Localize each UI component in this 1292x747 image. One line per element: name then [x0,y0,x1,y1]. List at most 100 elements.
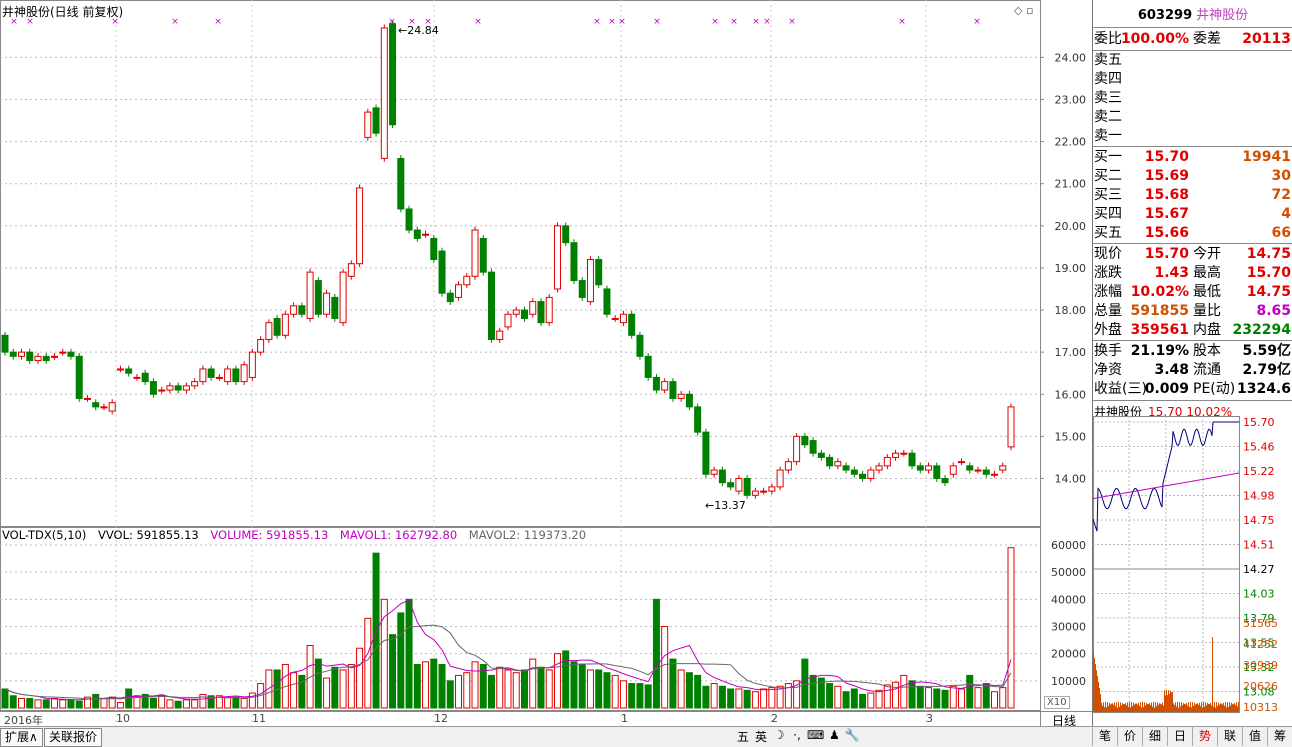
volume-bar-down [174,700,182,709]
mini-price-label: 14.03 [1243,588,1275,601]
candle-down [801,435,809,446]
buy-row[interactable]: 买五 15.66 66 [1093,224,1292,243]
volume-bar-up [991,691,999,709]
ime-toolbar[interactable]: 五 英 ☽ ·, ⌨ ♟ 🔧 [735,728,860,745]
candle-up [422,233,430,236]
kline-chart-area[interactable]: 24.00 23.00 22.00 21.00 20.00 19.00 18.00 17.00… [0,0,1092,746]
expand-tab[interactable]: 扩展∧ [0,728,43,747]
candle-up [793,435,801,463]
candle-down [273,317,281,336]
candle-up [586,258,594,303]
volume-bar-down [9,695,17,709]
candle-down [446,292,454,303]
candle-up [974,469,982,472]
candle-up [661,381,669,391]
buy-row[interactable]: 买二 15.69 30 [1093,167,1292,186]
mini-price-label: 15.22 [1243,465,1275,478]
candle-up [158,389,166,392]
volume-bar-down [413,664,421,709]
fund-value: 0.009 [1144,381,1189,397]
volume-bar-up [875,689,883,709]
candle-up [455,284,463,298]
ime-wubi-icon[interactable]: 五 [735,728,751,745]
x10-label[interactable]: X10 [1044,696,1070,709]
volume-value: VOLUME: 591855.13 [210,528,329,542]
ime-settings-icon[interactable]: 🔧 [844,728,860,745]
candle-up [215,376,223,379]
candle-down [397,157,405,210]
chart-corner-icons[interactable]: ◇ ▫ [1014,4,1033,17]
candle-up [751,490,759,496]
candle-up [776,469,784,488]
quote-row: 总量 591855 量比 8.65 [1093,302,1292,321]
candle-down [174,385,182,391]
candle-up [471,229,479,277]
panel-tab[interactable]: 细 [1142,726,1167,746]
volume-bar-up [323,677,331,709]
candle-up [133,376,141,379]
panel-tab[interactable]: 联 [1217,726,1242,746]
volume-bar-down [331,666,339,709]
volume-bar-down [801,658,809,709]
quote-row: 涨幅 10.02% 最低 14.75 [1093,283,1292,302]
quote-value: 10.02% [1130,284,1189,300]
candle-down [488,271,496,341]
related-quote-tab[interactable]: 关联报价 [44,728,103,747]
panel-tab[interactable]: 筹 [1267,726,1292,746]
candle-up [290,305,298,315]
volume-bar-down [850,688,858,709]
candle-down [405,208,413,231]
candle-down [479,237,487,273]
sell-row: 卖一 [1093,127,1292,146]
divider [1093,243,1292,244]
buy-price: 15.69 [1144,168,1189,184]
ime-user-icon[interactable]: ♟ [826,728,842,745]
volume-bar-down [743,689,751,709]
ime-punct-icon[interactable]: ·, [789,728,805,745]
min-price-annotation: ←13.37 [705,499,746,512]
volume-bar-up [422,661,430,709]
candle-up [925,465,933,471]
volume-bar-up [974,687,982,709]
candle-down [26,351,34,362]
candle-up [248,351,256,378]
candle-down [743,477,751,496]
panel-tab[interactable]: 日 [1167,726,1192,746]
fund-label: 流通 [1193,362,1221,378]
volume-bar-down [652,598,660,709]
volume-bar-up [949,685,957,709]
fundamental-row: 收益(三) 0.009 PE(动) 1324.6 [1093,380,1292,399]
candle-down [331,296,339,319]
buy-row[interactable]: 买四 15.67 4 [1093,205,1292,224]
ime-keyboard-icon[interactable]: ⌨ [807,728,824,745]
volume-axis-label: 60000 [1051,539,1086,552]
panel-tab[interactable]: 值 [1242,726,1267,746]
candle-down [314,280,322,315]
candle-down [718,469,726,484]
buy-row[interactable]: 买三 15.68 72 [1093,186,1292,205]
panel-title: 603299 井神股份 [1093,4,1292,23]
volume-bar-up [496,666,504,709]
candle-down [578,280,586,298]
buy-volume: 30 [1271,168,1291,184]
volume-bar-down [727,688,735,709]
buy-row[interactable]: 买一 15.70 19941 [1093,148,1292,167]
sell-label: 卖三 [1094,90,1122,106]
intraday-mini-chart[interactable]: 15.70 15.46 15.22 14.98 14.75 14.51 14.27 14.03… [1093,416,1292,722]
kline-chart-svg[interactable]: 24.00 23.00 22.00 21.00 20.00 19.00 18.00 17.00… [0,0,1092,746]
timeline-label: 3 [926,712,933,725]
ime-english-icon[interactable]: 英 [753,728,769,745]
stock-code: 603299 [1137,8,1193,23]
candle-down [842,465,850,471]
panel-tab[interactable]: 势 [1192,726,1217,746]
candle-up [867,469,875,479]
candle-down [933,465,941,479]
volume-bar-up [166,699,174,709]
ime-moon-icon[interactable]: ☽ [771,728,787,745]
sell-label: 卖四 [1094,71,1122,87]
panel-tab[interactable]: 价 [1117,726,1142,746]
volume-bar-down [636,683,644,709]
candle-down [67,351,75,357]
divider [1093,400,1292,401]
panel-tab[interactable]: 笔 [1092,726,1117,746]
